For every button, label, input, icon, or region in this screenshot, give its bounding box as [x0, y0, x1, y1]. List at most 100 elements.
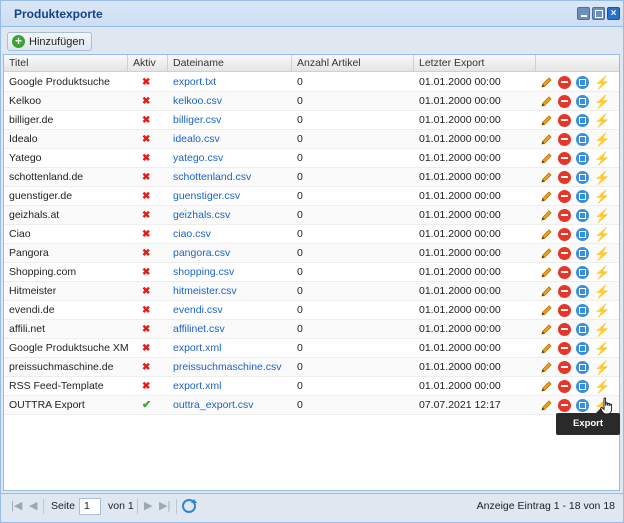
- delete-icon[interactable]: [558, 379, 571, 393]
- start-export-icon[interactable]: ⚡: [594, 190, 610, 203]
- edit-icon[interactable]: [540, 380, 553, 393]
- duplicate-icon[interactable]: [576, 284, 589, 298]
- start-export-icon[interactable]: ⚡: [594, 95, 610, 108]
- start-export-icon[interactable]: ⚡: [594, 209, 610, 222]
- edit-icon[interactable]: [540, 285, 553, 298]
- row-filename-link[interactable]: geizhals.csv: [168, 206, 292, 225]
- row-filename-link[interactable]: shopping.csv: [168, 263, 292, 282]
- row-filename-link[interactable]: export.xml: [168, 377, 292, 396]
- next-page-icon[interactable]: ▶: [144, 500, 152, 513]
- add-button[interactable]: + Hinzufügen: [7, 32, 92, 51]
- duplicate-icon[interactable]: [576, 360, 589, 374]
- start-export-icon[interactable]: ⚡: [594, 285, 610, 298]
- edit-icon[interactable]: [540, 361, 553, 374]
- column-header-anzahl-artikel[interactable]: Anzahl Artikel: [292, 55, 414, 72]
- table-row[interactable]: Pangora ✖ pangora.csv 0 01.01.2000 00:00 ⚡: [4, 244, 619, 263]
- table-row[interactable]: Yatego ✖ yatego.csv 0 01.01.2000 00:00 ⚡: [4, 149, 619, 168]
- edit-icon[interactable]: [540, 76, 553, 89]
- start-export-icon[interactable]: ⚡: [594, 380, 610, 393]
- prev-page-icon[interactable]: ◀: [29, 500, 37, 513]
- start-export-icon[interactable]: ⚡: [594, 228, 610, 241]
- edit-icon[interactable]: [540, 171, 553, 184]
- column-header-dateiname[interactable]: Dateiname: [168, 55, 292, 72]
- minimize-icon[interactable]: [577, 7, 590, 20]
- table-row[interactable]: Ciao ✖ ciao.csv 0 01.01.2000 00:00 ⚡: [4, 225, 619, 244]
- start-export-icon[interactable]: ⚡: [594, 361, 610, 374]
- delete-icon[interactable]: [558, 189, 571, 203]
- table-row[interactable]: Hitmeister ✖ hitmeister.csv 0 01.01.2000 00:…: [4, 282, 619, 301]
- duplicate-icon[interactable]: [576, 151, 589, 165]
- duplicate-icon[interactable]: [576, 94, 589, 108]
- row-filename-link[interactable]: idealo.csv: [168, 130, 292, 149]
- close-icon[interactable]: ×: [607, 7, 620, 20]
- start-export-icon[interactable]: ⚡: [594, 114, 610, 127]
- delete-icon[interactable]: [558, 303, 571, 317]
- edit-icon[interactable]: [540, 304, 553, 317]
- table-row[interactable]: OUTTRA Export ✔ outtra_export.csv 0 07.07.20…: [4, 396, 619, 415]
- delete-icon[interactable]: [558, 113, 571, 127]
- first-page-icon[interactable]: |◀: [11, 500, 22, 513]
- delete-icon[interactable]: [558, 132, 571, 146]
- duplicate-icon[interactable]: [576, 265, 589, 279]
- duplicate-icon[interactable]: [576, 170, 589, 184]
- duplicate-icon[interactable]: [576, 208, 589, 222]
- duplicate-icon[interactable]: [576, 341, 589, 355]
- column-header-aktiv[interactable]: Aktiv: [128, 55, 168, 72]
- table-row[interactable]: billiger.de ✖ billiger.csv 0 01.01.2000 00:0…: [4, 111, 619, 130]
- delete-icon[interactable]: [558, 360, 571, 374]
- row-filename-link[interactable]: hitmeister.csv: [168, 282, 292, 301]
- table-row[interactable]: RSS Feed-Template ✖ export.xml 0 01.01.2000 …: [4, 377, 619, 396]
- column-header-letzter-export[interactable]: Letzter Export: [414, 55, 536, 72]
- row-filename-link[interactable]: evendi.csv: [168, 301, 292, 320]
- row-filename-link[interactable]: guenstiger.csv: [168, 187, 292, 206]
- delete-icon[interactable]: [558, 227, 571, 241]
- refresh-icon[interactable]: [182, 499, 197, 513]
- table-row[interactable]: affili.net ✖ affilinet.csv 0 01.01.2000 00:0…: [4, 320, 619, 339]
- table-row[interactable]: schottenland.de ✖ schottenland.csv 0 01.01.2…: [4, 168, 619, 187]
- table-row[interactable]: Kelkoo ✖ kelkoo.csv 0 01.01.2000 00:00 ⚡: [4, 92, 619, 111]
- delete-icon[interactable]: [558, 265, 571, 279]
- delete-icon[interactable]: [558, 341, 571, 355]
- duplicate-icon[interactable]: [576, 379, 589, 393]
- row-filename-link[interactable]: schottenland.csv: [168, 168, 292, 187]
- delete-icon[interactable]: [558, 170, 571, 184]
- edit-icon[interactable]: [540, 342, 553, 355]
- start-export-icon[interactable]: ⚡: [594, 342, 610, 355]
- edit-icon[interactable]: [540, 190, 553, 203]
- row-filename-link[interactable]: outtra_export.csv: [168, 396, 292, 415]
- start-export-icon[interactable]: ⚡: [594, 133, 610, 146]
- start-export-icon[interactable]: ⚡: [594, 76, 610, 89]
- duplicate-icon[interactable]: [576, 113, 589, 127]
- duplicate-icon[interactable]: [576, 246, 589, 260]
- delete-icon[interactable]: [558, 208, 571, 222]
- delete-icon[interactable]: [558, 75, 571, 89]
- start-export-icon[interactable]: ⚡: [594, 171, 610, 184]
- duplicate-icon[interactable]: [576, 75, 589, 89]
- start-export-icon[interactable]: ⚡: [594, 323, 610, 336]
- duplicate-icon[interactable]: [576, 322, 589, 336]
- edit-icon[interactable]: [540, 247, 553, 260]
- table-row[interactable]: Shopping.com ✖ shopping.csv 0 01.01.2000 00:…: [4, 263, 619, 282]
- duplicate-icon[interactable]: [576, 132, 589, 146]
- row-filename-link[interactable]: export.txt: [168, 73, 292, 92]
- table-row[interactable]: geizhals.at ✖ geizhals.csv 0 01.01.2000 00:0…: [4, 206, 619, 225]
- row-filename-link[interactable]: preissuchmaschine.csv: [168, 358, 292, 377]
- edit-icon[interactable]: [540, 399, 553, 412]
- page-input[interactable]: 1: [79, 498, 101, 515]
- edit-icon[interactable]: [540, 95, 553, 108]
- row-filename-link[interactable]: affilinet.csv: [168, 320, 292, 339]
- edit-icon[interactable]: [540, 133, 553, 146]
- table-row[interactable]: evendi.de ✖ evendi.csv 0 01.01.2000 00:00 ⚡: [4, 301, 619, 320]
- delete-icon[interactable]: [558, 284, 571, 298]
- row-filename-link[interactable]: yatego.csv: [168, 149, 292, 168]
- maximize-icon[interactable]: [592, 7, 605, 20]
- column-header-titel[interactable]: Titel: [4, 55, 128, 72]
- edit-icon[interactable]: [540, 152, 553, 165]
- duplicate-icon[interactable]: [576, 189, 589, 203]
- row-filename-link[interactable]: pangora.csv: [168, 244, 292, 263]
- table-row[interactable]: Google Produktsuche XML ✖ export.xml 0 01.01…: [4, 339, 619, 358]
- edit-icon[interactable]: [540, 209, 553, 222]
- edit-icon[interactable]: [540, 323, 553, 336]
- row-filename-link[interactable]: export.xml: [168, 339, 292, 358]
- last-page-icon[interactable]: ▶|: [159, 500, 170, 513]
